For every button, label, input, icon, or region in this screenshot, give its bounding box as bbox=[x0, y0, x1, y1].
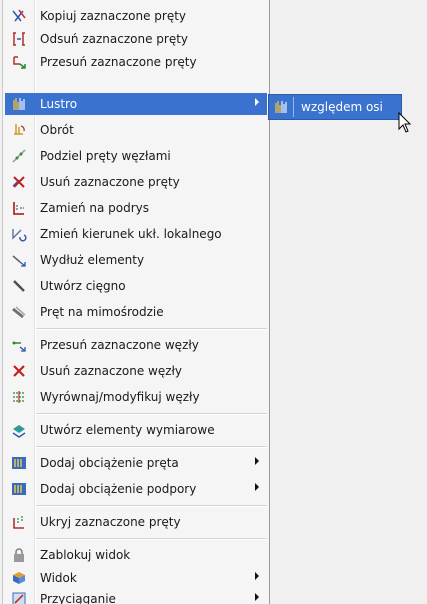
menu-item-label: Przesuń zaznaczone pręty bbox=[40, 55, 197, 69]
move-bars-icon bbox=[11, 54, 27, 70]
submenu-item-label: względem osi bbox=[301, 100, 383, 114]
menu-item-label: Obrót bbox=[40, 123, 74, 137]
menu-item-label: Wyrównaj/modyfikuj węzły bbox=[40, 390, 200, 404]
menu-item-delete-bars[interactable]: Usuń zaznaczone pręty bbox=[5, 171, 267, 193]
menu-item-dimension-elements[interactable]: Utwórz elementy wymiarowe bbox=[5, 419, 267, 441]
menu-item-label: Kopiuj zaznaczone pręty bbox=[40, 9, 187, 23]
submenu-arrow-icon bbox=[255, 457, 259, 465]
menu-item-change-local-axis[interactable]: Zmień kierunek ukł. lokalnego bbox=[5, 223, 267, 245]
menu-item-move-nodes[interactable]: Przesuń zaznaczone węzły bbox=[5, 334, 267, 356]
menu-item-label: Dodaj obciążenie podpory bbox=[40, 482, 197, 496]
menu-item-add-support-load[interactable]: Dodaj obciążenie podpory bbox=[5, 478, 267, 500]
submenu-arrow-icon bbox=[255, 98, 259, 106]
menu-item-label: Zamień na podrys bbox=[40, 201, 150, 215]
menu-item-label: Usuń zaznaczone węzły bbox=[40, 364, 183, 378]
bar-load-icon bbox=[11, 455, 27, 471]
view-icon bbox=[11, 570, 27, 586]
menu-item-divide-bars[interactable]: Podziel pręty węzłami bbox=[5, 145, 267, 167]
menu-separator bbox=[36, 413, 267, 415]
menu-item-convert-to-underlay[interactable]: Zamień na podrys bbox=[5, 197, 267, 219]
copy-bars-icon bbox=[11, 8, 27, 24]
menu-item-label: Lustro bbox=[40, 97, 78, 111]
menu-item-label: Zablokuj widok bbox=[40, 548, 131, 562]
menu-item-mirror[interactable]: Lustro bbox=[5, 93, 267, 115]
extend-elements-icon bbox=[11, 252, 27, 268]
menu-item-label: Odsuń zaznaczone pręty bbox=[40, 32, 189, 46]
menu-item-view[interactable]: Widok bbox=[5, 567, 267, 589]
menu-item-align-nodes[interactable]: Wyrównaj/modyfikuj węzły bbox=[5, 386, 267, 408]
align-nodes-icon bbox=[11, 389, 27, 405]
menu-item-hide-bars[interactable]: Ukryj zaznaczone pręty bbox=[5, 511, 267, 533]
menu-item-move-bars[interactable]: Przesuń zaznaczone pręty bbox=[5, 51, 267, 73]
convert-to-underlay-icon bbox=[11, 200, 27, 216]
submenu-arrow-icon bbox=[255, 572, 259, 580]
menu-item-extend-elements[interactable]: Wydłuż elementy bbox=[5, 249, 267, 271]
create-cable-icon bbox=[11, 278, 27, 294]
submenu-icon-divider bbox=[293, 97, 294, 117]
eccentric-bar-icon bbox=[11, 304, 27, 320]
mouse-cursor-icon bbox=[398, 112, 412, 134]
divide-bars-icon bbox=[11, 148, 27, 164]
menu-item-label: Ukryj zaznaczone pręty bbox=[40, 515, 181, 529]
menu-item-eccentric-bar[interactable]: Pręt na mimośrodzie bbox=[5, 301, 267, 323]
context-menu: Kopiuj zaznaczone pręty Odsuń zaznaczone… bbox=[2, 0, 270, 604]
menu-item-delete-nodes[interactable]: Usuń zaznaczone węzły bbox=[5, 360, 267, 382]
local-axis-direction-icon bbox=[11, 226, 27, 242]
menu-item-create-cable[interactable]: Utwórz cięgno bbox=[5, 275, 267, 297]
submenu-arrow-icon bbox=[255, 483, 259, 491]
menu-item-snap[interactable]: Przyciąganie bbox=[5, 588, 267, 604]
menu-item-label: Widok bbox=[40, 571, 77, 585]
rotate-icon bbox=[11, 122, 27, 138]
menu-item-label: Wydłuż elementy bbox=[40, 253, 145, 267]
menu-item-add-bar-load[interactable]: Dodaj obciążenie pręta bbox=[5, 452, 267, 474]
offset-bars-icon bbox=[11, 31, 27, 47]
menu-separator bbox=[36, 328, 267, 330]
menu-separator bbox=[36, 505, 267, 507]
menu-item-label: Przesuń zaznaczone węzły bbox=[40, 338, 199, 352]
menu-item-rotate[interactable]: Obrót bbox=[5, 119, 267, 141]
menu-item-label: Utwórz cięgno bbox=[40, 279, 126, 293]
mirror-axis-icon bbox=[273, 99, 289, 115]
menu-item-label: Utwórz elementy wymiarowe bbox=[40, 423, 215, 437]
menu-item-label: Pręt na mimośrodzie bbox=[40, 305, 164, 319]
submenu-arrow-icon bbox=[255, 593, 259, 601]
move-nodes-icon bbox=[11, 337, 27, 353]
menu-item-label: Zmień kierunek ukł. lokalnego bbox=[40, 227, 222, 241]
menu-item-lock-view[interactable]: Zablokuj widok bbox=[5, 544, 267, 566]
dimension-elements-icon bbox=[11, 422, 27, 438]
menu-item-label: Przyciąganie bbox=[40, 592, 116, 604]
menu-item-offset-bars[interactable]: Odsuń zaznaczone pręty bbox=[5, 28, 267, 50]
mirror-icon bbox=[11, 96, 27, 112]
menu-separator bbox=[36, 446, 267, 448]
menu-item-copy-bars[interactable]: Kopiuj zaznaczone pręty bbox=[5, 5, 267, 27]
support-load-icon bbox=[11, 481, 27, 497]
menu-item-label: Usuń zaznaczone pręty bbox=[40, 175, 180, 189]
menu-separator bbox=[36, 538, 267, 540]
mirror-submenu: względem osi bbox=[268, 94, 402, 120]
snap-icon bbox=[11, 591, 27, 604]
delete-bars-icon bbox=[11, 174, 27, 190]
menu-item-label: Dodaj obciążenie pręta bbox=[40, 456, 179, 470]
menu-item-label: Podziel pręty węzłami bbox=[40, 149, 171, 163]
hide-bars-icon bbox=[11, 514, 27, 530]
lock-view-icon bbox=[11, 547, 27, 563]
delete-nodes-icon bbox=[11, 363, 27, 379]
